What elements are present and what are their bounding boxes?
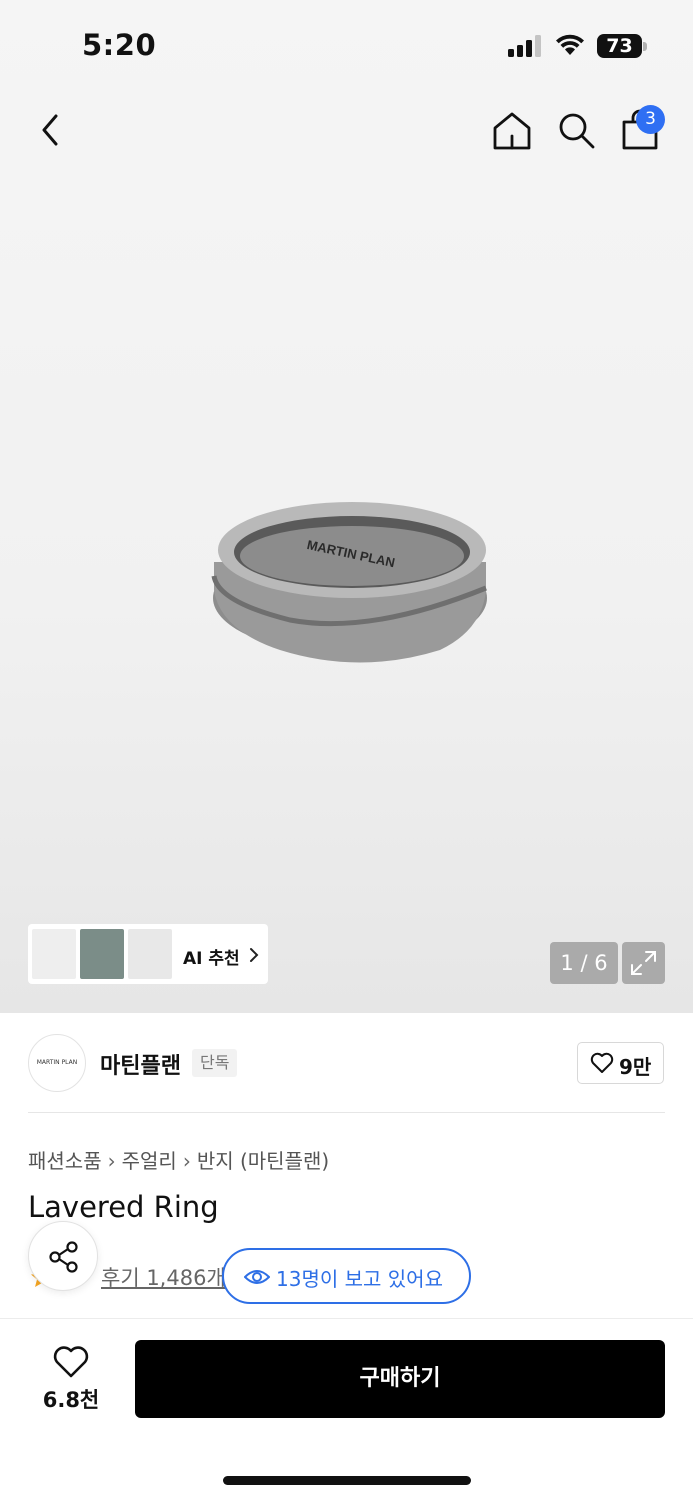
share-icon [49,1241,78,1273]
heart-icon[interactable] [52,1345,90,1379]
product-title: Lavered Ring [28,1190,219,1224]
breadcrumb-item[interactable]: 주얼리 [122,1149,177,1173]
expand-icon [631,951,656,975]
buy-button[interactable]: 구매하기 [135,1340,665,1418]
breadcrumb-item[interactable]: 반지 (마틴플랜) [197,1149,329,1173]
viewers-text: 13명이 보고 있어요 [276,1267,443,1291]
share-button[interactable] [28,1221,98,1291]
breadcrumb-separator: › [107,1149,116,1173]
wishlist-count: 6.8천 [42,1388,100,1412]
image-counter: 1 / 6 [550,942,618,984]
brand-name[interactable]: 마틴플랜 [100,1048,181,1080]
brand-like-button[interactable]: 9만 [577,1042,664,1084]
brand-like-count: 9만 [619,1055,652,1079]
cart-count-badge: 3 [636,105,665,134]
ai-recommend-label: AI 추천 [183,949,240,969]
home-indicator [223,1476,471,1485]
brand-exclusive-tag: 단독 [192,1049,238,1077]
status-bar: 5:20 73 [0,0,693,90]
cellular-signal-icon [508,35,541,57]
eye-icon [244,1270,270,1284]
ai-recommend-panel[interactable]: AI 추천 [28,924,268,984]
expand-button[interactable] [622,942,665,984]
wifi-icon [556,34,584,55]
search-icon[interactable] [556,110,596,150]
ai-recommend-thumb[interactable] [80,929,124,979]
ai-recommend-thumb[interactable] [128,929,172,979]
home-icon[interactable] [491,110,533,152]
heart-icon [590,1052,614,1073]
battery-level: 73 [606,35,633,57]
divider [28,1112,665,1113]
brand-logo[interactable]: MARTIN PLAN [28,1034,86,1092]
breadcrumb-separator: › [182,1149,191,1173]
product-image[interactable]: MARTIN PLAN [200,490,500,680]
product-gallery[interactable]: 5:20 73 3 MARTIN PLAN AI 추천 1 / 6 [0,0,693,1013]
chevron-left-icon[interactable] [34,110,70,150]
viewers-toast: 13명이 보고 있어요 [222,1248,471,1304]
breadcrumb-item[interactable]: 패션소품 [28,1149,102,1173]
review-count-link[interactable]: 후기 1,486개 [101,1262,226,1292]
battery-indicator: 73 [597,34,647,58]
status-time: 5:20 [82,28,157,62]
ai-recommend-thumb[interactable] [32,929,76,979]
chevron-right-icon [250,948,259,962]
breadcrumb: 패션소품 › 주얼리 › 반지 (마틴플랜) [28,1145,329,1174]
